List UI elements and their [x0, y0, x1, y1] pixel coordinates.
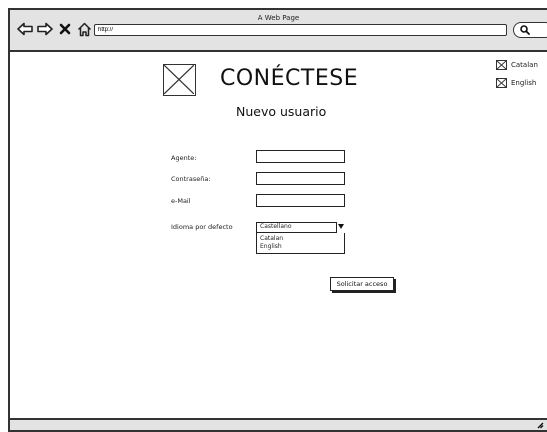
search-box[interactable]	[513, 22, 547, 38]
email-input[interactable]	[256, 194, 345, 207]
home-icon[interactable]	[76, 21, 93, 37]
resize-grip-icon[interactable]	[536, 421, 544, 429]
navigation-controls	[16, 21, 93, 37]
english-flag-icon	[496, 78, 507, 88]
browser-titlebar: A Web Page	[10, 10, 547, 52]
logo-image-placeholder	[163, 64, 196, 96]
selected-language: Castellano	[260, 223, 292, 230]
forward-arrow-icon[interactable]	[36, 21, 53, 37]
language-link-label: Catalan	[511, 61, 538, 69]
page-content: CONÉCTESE Nuevo usuario Catalan English …	[10, 52, 547, 420]
language-options-list: Catalan English	[256, 233, 345, 254]
agent-label: Agente:	[171, 154, 197, 162]
password-label: Contraseña:	[171, 175, 211, 183]
page-subtitle: Nuevo usuario	[236, 104, 327, 119]
catalan-flag-icon	[496, 60, 507, 70]
default-language-select[interactable]: Castellano	[256, 222, 345, 233]
address-bar[interactable]	[94, 24, 507, 36]
status-bar	[10, 418, 547, 430]
language-option-catalan[interactable]: Catalan	[260, 235, 344, 243]
email-label: e-Mail	[171, 197, 191, 205]
agent-input[interactable]	[256, 150, 345, 163]
dropdown-arrow-icon[interactable]	[336, 222, 345, 233]
request-access-button[interactable]: Solicitar acceso	[330, 277, 394, 291]
language-link-catalan[interactable]: Catalan	[496, 58, 538, 72]
language-link-english[interactable]: English	[496, 76, 538, 90]
stop-x-icon[interactable]	[56, 21, 73, 37]
language-link-label: English	[511, 79, 537, 87]
browser-window: A Web Page CONÉCTESE Nuevo usuario	[8, 8, 547, 432]
language-option-english[interactable]: English	[260, 243, 344, 251]
language-label: Idioma por defecto	[171, 223, 233, 231]
password-input[interactable]	[256, 172, 345, 185]
search-icon	[520, 25, 530, 35]
page-title: CONÉCTESE	[220, 66, 359, 91]
language-links: Catalan English	[496, 58, 538, 94]
back-arrow-icon[interactable]	[16, 21, 33, 37]
